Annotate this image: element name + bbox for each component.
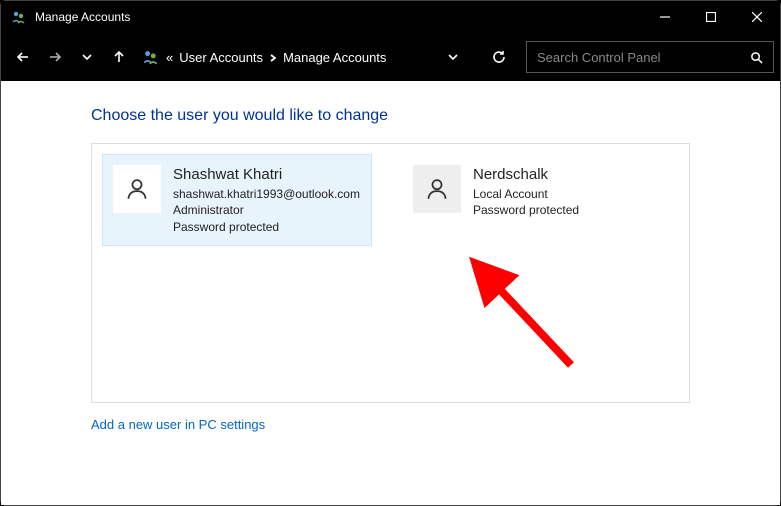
user-role: Administrator — [173, 202, 360, 218]
close-button[interactable] — [734, 1, 780, 33]
forward-button[interactable] — [39, 41, 71, 73]
user-info: Shashwat Khatri shashwat.khatri1993@outl… — [173, 165, 360, 235]
avatar — [113, 165, 161, 213]
page-heading: Choose the user you would like to change — [91, 107, 690, 125]
refresh-button[interactable] — [482, 41, 516, 73]
maximize-button[interactable] — [688, 1, 734, 33]
back-button[interactable] — [7, 41, 39, 73]
address-dropdown-button[interactable] — [437, 41, 469, 73]
breadcrumb-item[interactable]: User Accounts — [179, 50, 263, 65]
user-card[interactable]: Nerdschalk Local Account Password protec… — [402, 154, 672, 246]
search-box[interactable] — [526, 41, 774, 73]
user-email: shashwat.khatri1993@outlook.com — [173, 186, 360, 202]
user-role: Local Account — [473, 186, 579, 202]
app-icon — [11, 9, 27, 25]
search-input[interactable] — [527, 50, 739, 65]
user-info: Nerdschalk Local Account Password protec… — [473, 165, 579, 219]
user-status: Password protected — [473, 202, 579, 218]
user-card[interactable]: Shashwat Khatri shashwat.khatri1993@outl… — [102, 154, 372, 246]
breadcrumb-item[interactable]: Manage Accounts — [283, 50, 386, 65]
chevron-right-icon[interactable] — [269, 50, 277, 65]
recent-locations-button[interactable] — [71, 41, 103, 73]
up-button[interactable] — [103, 41, 135, 73]
avatar — [413, 165, 461, 213]
titlebar: Manage Accounts — [1, 1, 780, 33]
content-area: Choose the user you would like to change… — [1, 81, 780, 505]
address-bar[interactable]: « User Accounts Manage Accounts — [135, 41, 476, 73]
breadcrumb-label: Manage Accounts — [283, 50, 386, 65]
minimize-button[interactable] — [642, 1, 688, 33]
user-name: Nerdschalk — [473, 165, 579, 185]
window-title: Manage Accounts — [35, 10, 130, 24]
user-status: Password protected — [173, 219, 360, 235]
add-user-link[interactable]: Add a new user in PC settings — [91, 417, 265, 432]
search-button[interactable] — [739, 41, 773, 73]
user-name: Shashwat Khatri — [173, 165, 360, 185]
breadcrumb-label: User Accounts — [179, 50, 263, 65]
users-icon — [142, 48, 160, 66]
navbar: « User Accounts Manage Accounts — [1, 33, 780, 81]
user-list-box: Shashwat Khatri shashwat.khatri1993@outl… — [91, 143, 690, 403]
breadcrumb-prefix: « — [166, 50, 173, 65]
